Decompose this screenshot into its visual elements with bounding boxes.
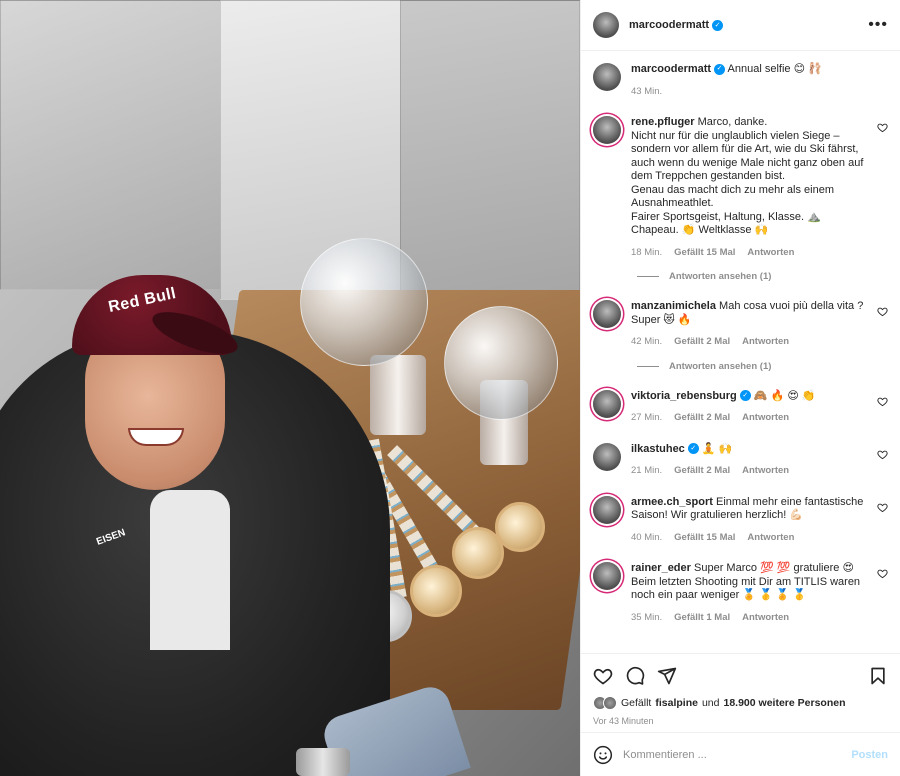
comment-time[interactable]: 21 Min.	[631, 464, 662, 478]
comment-likes[interactable]: Gefällt 15 Mal	[674, 246, 735, 260]
comment-text: 🧘 🙌	[701, 442, 733, 455]
trophy-stem	[370, 355, 426, 435]
emoji-icon[interactable]	[593, 745, 613, 765]
likes-user[interactable]: fisalpine	[655, 697, 698, 709]
post-actions: Gefällt fisalpine und 18.900 weitere Per…	[581, 653, 900, 732]
comment-item: rene.pfluger Marco, danke. Nicht nur für…	[593, 116, 888, 259]
medal	[495, 502, 545, 552]
more-options-icon[interactable]: •••	[868, 16, 888, 34]
author-avatar[interactable]	[593, 12, 619, 38]
comment-item: ilkastuhec ✓ 🧘 🙌 21 Min. Gefällt 2 Mal An…	[593, 442, 888, 478]
medal	[410, 565, 462, 617]
comment-item: manzanimichela Mah cosa vuoi più della v…	[593, 300, 888, 349]
commenter-username[interactable]: manzanimichela	[631, 300, 716, 312]
verified-badge-icon: ✓	[714, 63, 726, 75]
commenter-username[interactable]: rene.pfluger	[631, 116, 695, 128]
commenter-username[interactable]: armee.ch_sport	[631, 496, 713, 508]
like-heart-icon[interactable]	[593, 666, 613, 686]
heart-icon[interactable]	[877, 568, 888, 579]
instagram-post-modal: Red Bull EISEN marcoodermatt ✓ ••• marco…	[0, 0, 900, 776]
likes-prefix: Gefällt	[621, 697, 652, 709]
reply-button[interactable]: Antworten	[742, 411, 789, 425]
comment-time[interactable]: 40 Min.	[631, 531, 662, 545]
caption: marcoodermatt ✓ Annual selfie 😊 🩰 43 Min.	[593, 63, 888, 98]
comment-time[interactable]: 35 Min.	[631, 611, 662, 625]
comment-composer: Posten	[581, 732, 900, 776]
comment-item: rainer_eder Super Marco 💯 💯 gratuliere 😍…	[593, 562, 888, 624]
heart-icon[interactable]	[877, 396, 888, 407]
reply-button[interactable]: Antworten	[742, 611, 789, 625]
commenter-avatar[interactable]	[593, 562, 621, 590]
person-shirt	[150, 490, 230, 650]
comment-time[interactable]: 42 Min.	[631, 335, 662, 349]
caption-username[interactable]: marcoodermatt	[631, 63, 711, 75]
verified-badge-icon: ✓	[739, 390, 751, 402]
wall-panel	[0, 0, 250, 290]
comment-likes[interactable]: Gefällt 15 Mal	[674, 531, 735, 545]
comment-likes[interactable]: Gefällt 2 Mal	[674, 411, 730, 425]
view-replies-label: Antworten ansehen (1)	[669, 271, 772, 282]
heart-icon[interactable]	[877, 449, 888, 460]
reply-button[interactable]: Antworten	[747, 246, 794, 260]
comment-time[interactable]: 27 Min.	[631, 411, 662, 425]
wrist-watch	[296, 748, 350, 776]
heart-icon[interactable]	[877, 502, 888, 513]
liker-avatar	[603, 696, 617, 710]
post-photo: Red Bull EISEN	[0, 0, 580, 776]
bookmark-icon[interactable]	[868, 666, 888, 686]
likes-others[interactable]: 18.900 weitere Personen	[724, 697, 846, 709]
heart-icon[interactable]	[877, 122, 888, 133]
commenter-avatar[interactable]	[593, 389, 621, 418]
post-time[interactable]: Vor 43 Minuten	[593, 716, 888, 726]
reply-button[interactable]: Antworten	[742, 464, 789, 478]
heart-icon[interactable]	[877, 306, 888, 317]
reply-button[interactable]: Antworten	[747, 531, 794, 545]
comment-bubble-icon[interactable]	[625, 666, 645, 686]
commenter-avatar[interactable]	[593, 442, 621, 471]
comment-likes[interactable]: Gefällt 2 Mal	[674, 464, 730, 478]
share-send-icon[interactable]	[657, 666, 677, 686]
commenter-avatar[interactable]	[593, 300, 621, 328]
post-details-panel: marcoodermatt ✓ ••• marcoodermatt ✓ Annua…	[580, 0, 900, 776]
crystal-globe	[444, 306, 558, 420]
caption-text: Annual selfie 😊 🩰	[727, 63, 822, 75]
comment-input[interactable]	[623, 748, 842, 761]
comment-item: viktoria_rebensburg ✓ 🙈 🔥 😍 👏 27 Min. Gef…	[593, 389, 888, 425]
reply-button[interactable]: Antworten	[742, 335, 789, 349]
view-replies[interactable]: Antworten ansehen (1)	[637, 361, 888, 372]
author-username[interactable]: marcoodermatt	[629, 19, 709, 31]
likes-summary[interactable]: Gefällt fisalpine und 18.900 weitere Per…	[593, 696, 888, 710]
post-header: marcoodermatt ✓ •••	[581, 0, 900, 51]
author-avatar[interactable]	[593, 63, 621, 91]
comment-text: Marco, danke. Nicht nur für die unglaubl…	[631, 116, 864, 236]
comments-list[interactable]: marcoodermatt ✓ Annual selfie 😊 🩰 43 Min.…	[581, 51, 900, 653]
view-replies-label: Antworten ansehen (1)	[669, 360, 772, 372]
view-replies[interactable]: Antworten ansehen (1)	[637, 271, 888, 282]
comment-likes[interactable]: Gefällt 2 Mal	[674, 335, 730, 349]
verified-badge-icon: ✓	[687, 443, 699, 455]
crystal-globe-large	[300, 238, 428, 366]
commenter-username[interactable]: viktoria_rebensburg	[631, 390, 737, 402]
post-button[interactable]: Posten	[851, 749, 888, 761]
verified-badge-icon: ✓	[712, 19, 724, 31]
comment-item: armee.ch_sport Einmal mehr eine fantasti…	[593, 495, 888, 545]
commenter-username[interactable]: rainer_eder	[631, 562, 691, 574]
comment-text: 🙈 🔥 😍 👏	[753, 389, 816, 402]
commenter-username[interactable]: ilkastuhec	[631, 443, 685, 455]
comment-time[interactable]: 18 Min.	[631, 246, 662, 260]
commenter-avatar[interactable]	[593, 116, 621, 144]
commenter-avatar[interactable]	[593, 495, 621, 524]
caption-time[interactable]: 43 Min.	[631, 85, 662, 99]
likes-middle: und	[701, 697, 720, 709]
comment-likes[interactable]: Gefällt 1 Mal	[674, 611, 730, 625]
